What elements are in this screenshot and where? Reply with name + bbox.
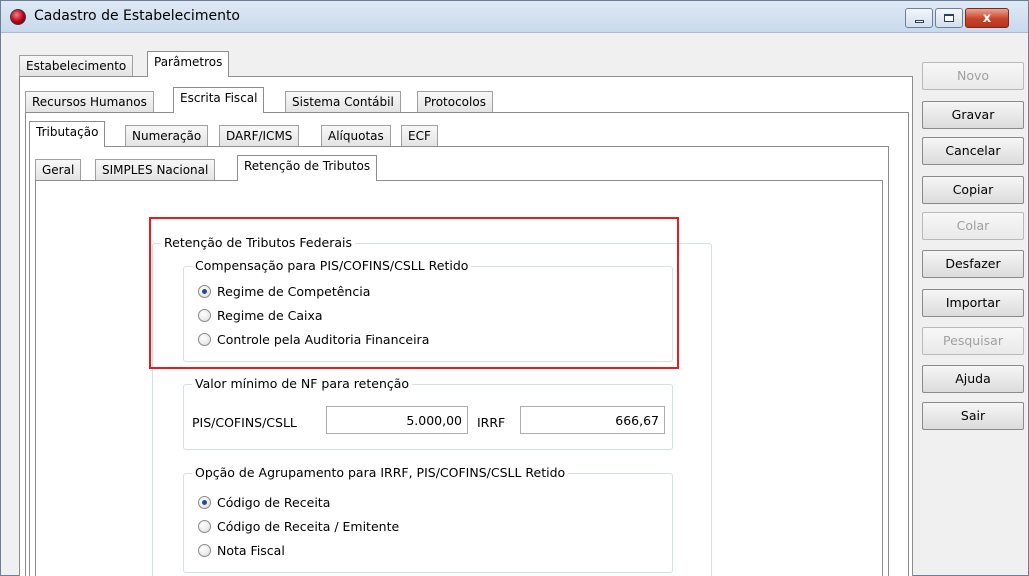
- radio-label: Regime de Competência: [217, 284, 371, 299]
- radio-label: Nota Fiscal: [217, 543, 285, 558]
- radio-codigo-receita[interactable]: Código de Receita: [198, 495, 330, 510]
- window-title: Cadastro de Estabelecimento: [34, 8, 240, 24]
- title-bar: Cadastro de Estabelecimento x: [1, 1, 1028, 33]
- tab-retencao-de-tributos[interactable]: Retenção de Tributos: [237, 155, 378, 181]
- radio-button[interactable]: [198, 520, 211, 533]
- radio-regime-caixa[interactable]: Regime de Caixa: [198, 308, 323, 323]
- tab-tributacao[interactable]: Tributação: [29, 121, 106, 147]
- pesquisar-button[interactable]: Pesquisar: [922, 327, 1024, 355]
- tab-escrita-fiscal[interactable]: Escrita Fiscal: [173, 87, 265, 113]
- radio-button[interactable]: [198, 544, 211, 557]
- cancelar-button[interactable]: Cancelar: [922, 137, 1024, 165]
- tab-estabelecimento[interactable]: Estabelecimento: [19, 55, 134, 77]
- app-icon: [10, 9, 26, 25]
- radio-label: Código de Receita / Emitente: [217, 519, 400, 534]
- colar-button[interactable]: Colar: [922, 212, 1024, 240]
- tab-recursos-humanos[interactable]: Recursos Humanos: [25, 91, 154, 113]
- novo-button[interactable]: Novo: [922, 62, 1024, 90]
- tab-simples-nacional[interactable]: SIMPLES Nacional: [95, 159, 216, 181]
- radio-controle-auditoria[interactable]: Controle pela Auditoria Financeira: [198, 332, 429, 347]
- tab-parametros[interactable]: Parâmetros: [147, 51, 230, 77]
- groupbox-agrupamento-title: Opção de Agrupamento para IRRF, PIS/COFI…: [192, 465, 569, 480]
- tab-ecf[interactable]: ECF: [401, 125, 438, 147]
- groupbox-retencao-federais: Retenção de Tributos Federais Compensaçã…: [152, 235, 712, 576]
- groupbox-agrupamento: Opção de Agrupamento para IRRF, PIS/COFI…: [183, 465, 673, 573]
- pis-cofins-csll-label: PIS/COFINS/CSLL: [192, 415, 297, 430]
- main-window: Cadastro de Estabelecimento x Estabeleci…: [0, 0, 1029, 576]
- groupbox-compensacao: Compensação para PIS/COFINS/CSLL Retido …: [183, 258, 673, 362]
- sair-button[interactable]: Sair: [922, 402, 1024, 430]
- close-icon: x: [982, 10, 992, 26]
- minimize-icon: [914, 19, 924, 23]
- tab-geral[interactable]: Geral: [35, 159, 82, 181]
- radio-button[interactable]: [198, 309, 211, 322]
- copiar-button[interactable]: Copiar: [922, 176, 1024, 204]
- radio-label: Regime de Caixa: [217, 308, 323, 323]
- tab-aliquotas[interactable]: Alíquotas: [321, 125, 391, 147]
- maximize-icon: [944, 14, 954, 22]
- radio-button-checked[interactable]: [198, 496, 211, 509]
- close-button[interactable]: x: [965, 8, 1009, 28]
- tab-numeracao[interactable]: Numeração: [125, 125, 209, 147]
- importar-button[interactable]: Importar: [922, 289, 1024, 317]
- radio-nota-fiscal[interactable]: Nota Fiscal: [198, 543, 285, 558]
- tab-sistema-contabil[interactable]: Sistema Contábil: [285, 91, 401, 113]
- pis-cofins-csll-input[interactable]: 5.000,00: [326, 406, 468, 434]
- tab-protocolos[interactable]: Protocolos: [417, 91, 493, 113]
- radio-regime-competencia[interactable]: Regime de Competência: [198, 284, 370, 299]
- radio-label: Controle pela Auditoria Financeira: [217, 332, 430, 347]
- ajuda-button[interactable]: Ajuda: [922, 365, 1024, 393]
- irrf-input[interactable]: 666,67: [520, 406, 665, 434]
- maximize-button[interactable]: [935, 8, 963, 28]
- tab-darf-icms[interactable]: DARF/ICMS: [219, 125, 300, 147]
- desfazer-button[interactable]: Desfazer: [922, 250, 1024, 278]
- groupbox-compensacao-title: Compensação para PIS/COFINS/CSLL Retido: [192, 258, 472, 273]
- panel-retencao-de-tributos: Retenção de Tributos Federais Compensaçã…: [35, 180, 883, 576]
- gravar-button[interactable]: Gravar: [922, 101, 1024, 129]
- irrf-label: IRRF: [477, 415, 506, 430]
- radio-label: Código de Receita: [217, 495, 331, 510]
- radio-codigo-receita-emitente[interactable]: Código de Receita / Emitente: [198, 519, 399, 534]
- groupbox-valor-minimo: Valor mínimo de NF para retenção PIS/COF…: [183, 376, 673, 450]
- groupbox-retencao-federais-title: Retenção de Tributos Federais: [161, 235, 355, 250]
- groupbox-valor-minimo-title: Valor mínimo de NF para retenção: [192, 376, 413, 391]
- radio-button-checked[interactable]: [198, 285, 211, 298]
- radio-button[interactable]: [198, 333, 211, 346]
- minimize-button[interactable]: [905, 8, 933, 28]
